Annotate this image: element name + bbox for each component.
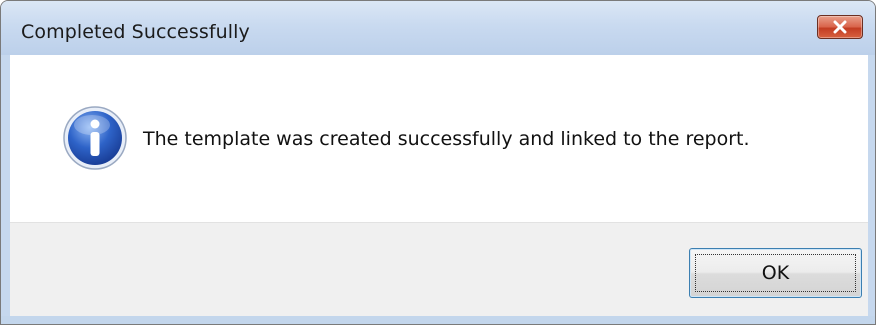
- window-bottom-border: [1, 316, 875, 324]
- button-area: OK: [10, 222, 868, 318]
- title-bar[interactable]: Completed Successfully: [1, 1, 875, 55]
- close-button[interactable]: [817, 15, 863, 39]
- information-icon: [63, 106, 127, 170]
- close-icon: [833, 20, 847, 34]
- ok-button-label: OK: [761, 262, 790, 284]
- dialog-content: The template was created successfully an…: [10, 55, 868, 222]
- ok-button[interactable]: OK: [689, 248, 862, 298]
- message-dialog: Completed Successfully The template was …: [0, 0, 876, 325]
- dialog-message: The template was created successfully an…: [143, 128, 750, 150]
- dialog-title: Completed Successfully: [21, 21, 250, 43]
